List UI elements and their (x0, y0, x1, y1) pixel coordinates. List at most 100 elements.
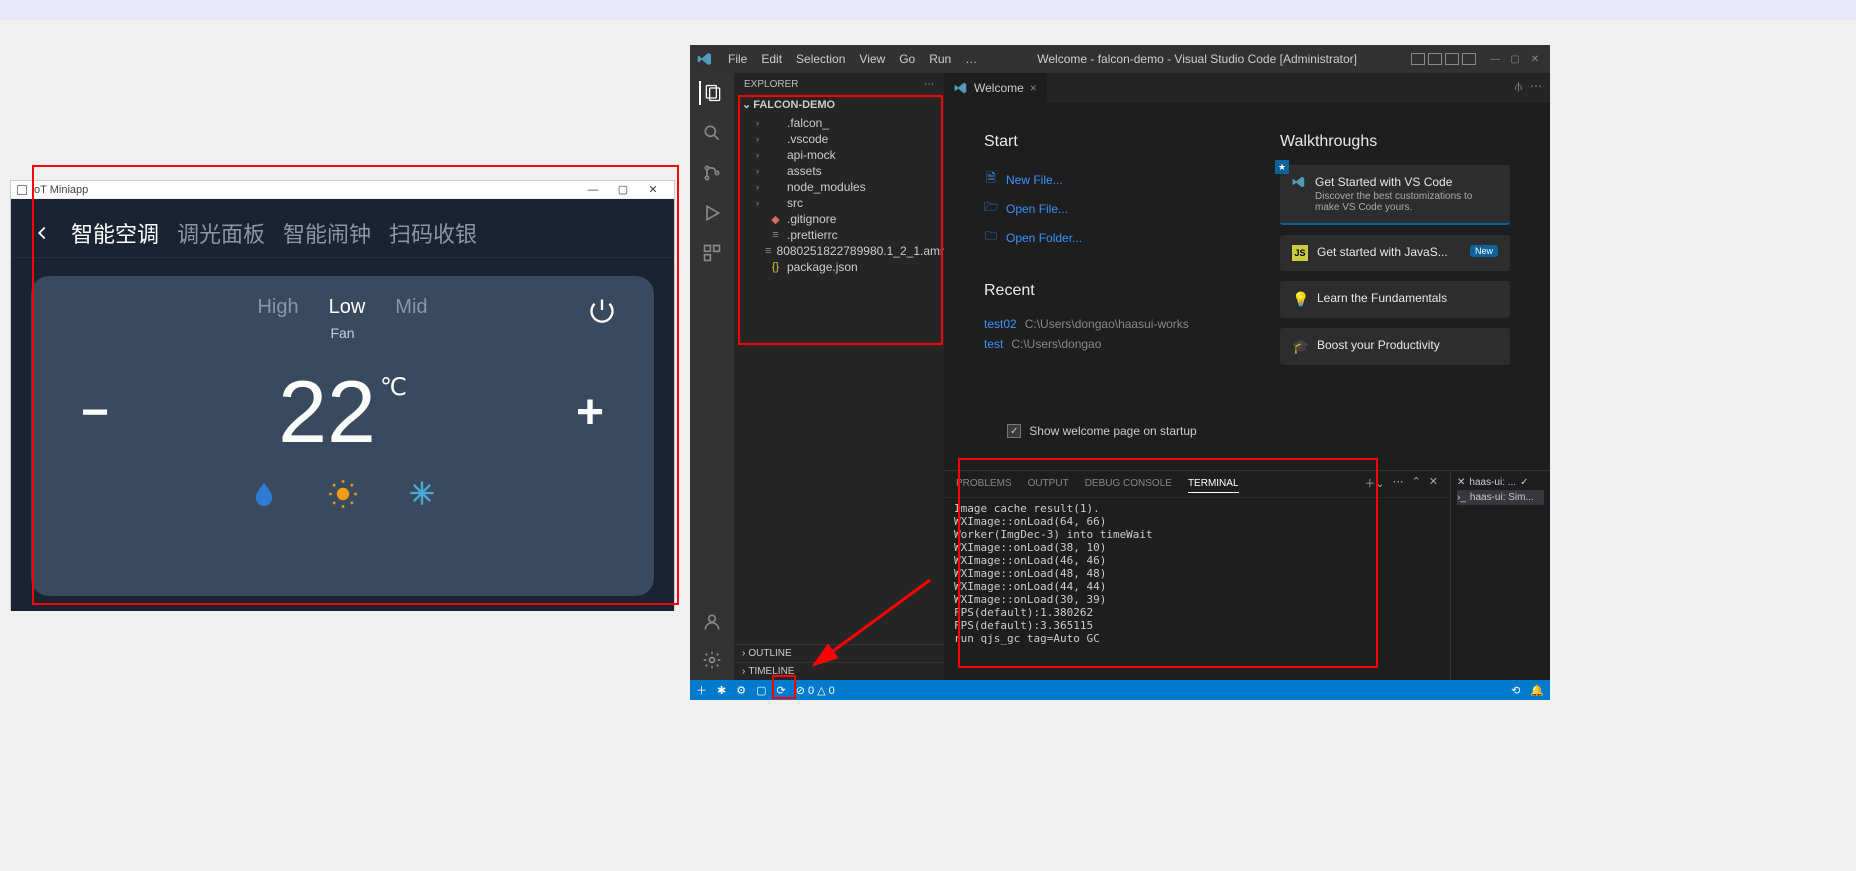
explorer-icon[interactable] (699, 81, 723, 105)
tree-item[interactable]: ≡8080251822789980.1_2_1.amr (748, 243, 944, 259)
extensions-icon[interactable] (700, 241, 724, 265)
status-feedback-icon[interactable]: ⟲ (1511, 684, 1520, 697)
link-icon: 🗁 (984, 198, 998, 219)
win-minimize-button[interactable]: — (1486, 50, 1504, 68)
settings-gear-icon[interactable] (700, 648, 724, 672)
recent-item[interactable]: test02C:\Users\dongao\haasui-works (984, 314, 1220, 334)
tab-welcome[interactable]: Welcome × (944, 73, 1047, 103)
star-icon: ★ (1275, 160, 1289, 174)
vscode-titlebar[interactable]: File Edit Selection View Go Run … Welcom… (690, 45, 1550, 73)
tree-item[interactable]: ›.falcon_ (748, 115, 944, 131)
timeline-header[interactable]: ›TIMELINE (734, 662, 944, 680)
tab-close-button[interactable]: × (1030, 81, 1037, 95)
terminal-item-1[interactable]: ✕haas-ui: ...✓ (1457, 475, 1544, 490)
temp-minus-button[interactable]: − (81, 385, 109, 440)
explorer-more-icon[interactable]: ⋯ (924, 79, 934, 90)
mode-cool-icon[interactable] (408, 479, 436, 509)
source-control-icon[interactable] (700, 161, 724, 185)
file-icon: ◆ (769, 213, 782, 226)
status-item[interactable]: ＋ (696, 682, 707, 698)
menu-run[interactable]: Run (923, 50, 957, 68)
iot-tab-dimmer[interactable]: 调光面板 (177, 217, 265, 249)
terminal-output[interactable]: Image cache result(1). WXImage::onLoad(6… (944, 498, 1450, 680)
panel-tab-problems[interactable]: PROBLEMS (956, 475, 1012, 493)
walkthrough-card[interactable]: JSGet started with JavaS...New (1280, 235, 1510, 271)
back-arrow-icon[interactable] (31, 222, 53, 244)
checkbox-checked-icon[interactable]: ✓ (1007, 424, 1021, 438)
start-link[interactable]: 🗎New File... (984, 165, 1220, 194)
tree-item[interactable]: ›node_modules (748, 179, 944, 195)
layout-icon-1[interactable] (1411, 53, 1425, 65)
account-icon[interactable] (700, 610, 724, 634)
start-link[interactable]: 🗀Open Folder... (984, 223, 1220, 252)
start-link[interactable]: 🗁Open File... (984, 194, 1220, 223)
status-problems[interactable]: ⊘ 0 △ 0 (796, 684, 835, 697)
menu-go[interactable]: Go (893, 50, 921, 68)
mode-humidity-icon[interactable] (250, 479, 278, 509)
iot-titlebar[interactable]: IoT Miniapp — ▢ ✕ (11, 181, 674, 199)
tree-item[interactable]: ◆.gitignore (748, 211, 944, 227)
menu-edit[interactable]: Edit (755, 50, 788, 68)
iot-close-button[interactable]: ✕ (638, 183, 668, 196)
status-bell-icon[interactable]: 🔔 (1530, 684, 1544, 697)
panel-close-icon[interactable]: ✕ (1429, 475, 1438, 493)
iot-minimize-button[interactable]: — (578, 184, 608, 196)
power-icon[interactable] (588, 296, 616, 324)
walk-title: Learn the Fundamentals (1317, 291, 1447, 305)
outline-header[interactable]: ›OUTLINE (734, 644, 944, 662)
vscode-icon (1292, 175, 1306, 189)
link-icon: 🗎 (984, 169, 998, 190)
walkthrough-card[interactable]: 🎓Boost your Productivity (1280, 328, 1510, 365)
menu-file[interactable]: File (722, 50, 753, 68)
chevron-icon: › (756, 182, 764, 192)
walkthrough-card[interactable]: 💡Learn the Fundamentals (1280, 281, 1510, 318)
search-icon[interactable] (700, 121, 724, 145)
new-badge: New (1470, 245, 1498, 257)
tab-more-icon[interactable]: ⋯ (1530, 79, 1542, 97)
fan-high[interactable]: High (257, 296, 298, 319)
temp-plus-button[interactable]: + (576, 385, 604, 440)
win-maximize-button[interactable]: ▢ (1506, 50, 1524, 68)
status-item[interactable]: ▢ (756, 684, 766, 697)
folder-root[interactable]: ⌄ FALCON-DEMO (734, 96, 944, 113)
mode-heat-icon[interactable] (328, 479, 358, 509)
menu-more[interactable]: … (959, 50, 983, 68)
iot-maximize-button[interactable]: ▢ (608, 183, 638, 196)
status-item[interactable]: ✱ (717, 684, 726, 697)
tree-item[interactable]: ›api-mock (748, 147, 944, 163)
iot-tab-ac[interactable]: 智能空调 (71, 217, 159, 249)
terminal-item-2[interactable]: ›_haas-ui: Sim... (1457, 490, 1544, 505)
layout-icon-2[interactable] (1428, 53, 1442, 65)
win-close-button[interactable]: ✕ (1526, 50, 1544, 68)
tree-item[interactable]: ≡.prettierrc (748, 227, 944, 243)
walk-title: Get started with JavaS... (1317, 245, 1448, 259)
recent-name: test (984, 337, 1003, 351)
panel-tab-debug[interactable]: DEBUG CONSOLE (1085, 475, 1172, 493)
layout-icon-3[interactable] (1445, 53, 1459, 65)
run-debug-icon[interactable] (700, 201, 724, 225)
panel-maximize-icon[interactable]: ⌃ (1412, 475, 1421, 493)
startup-checkbox-row[interactable]: ✓ Show welcome page on startup (984, 424, 1220, 438)
walkthrough-card[interactable]: ★Get Started with VS CodeDiscover the be… (1280, 165, 1510, 225)
menu-view[interactable]: View (853, 50, 891, 68)
panel-add-icon[interactable]: ＋⌄ (1364, 475, 1384, 493)
tree-item[interactable]: ›assets (748, 163, 944, 179)
menu-selection[interactable]: Selection (790, 50, 851, 68)
tree-item[interactable]: ›.vscode (748, 131, 944, 147)
split-editor-icon[interactable]: ⫛ (1515, 79, 1522, 97)
fan-low[interactable]: Low (329, 296, 366, 319)
fan-mid[interactable]: Mid (395, 296, 427, 319)
status-item[interactable]: ⟳ (777, 684, 786, 697)
recent-item[interactable]: testC:\Users\dongao (984, 334, 1220, 354)
tree-item[interactable]: {}package.json (748, 259, 944, 275)
iot-tab-alarm[interactable]: 智能闹钟 (283, 217, 371, 249)
iot-tab-pos[interactable]: 扫码收银 (389, 217, 477, 249)
tree-item[interactable]: ›src (748, 195, 944, 211)
panel-tab-output[interactable]: OUTPUT (1028, 475, 1069, 493)
panel-tab-terminal[interactable]: TERMINAL (1188, 475, 1239, 493)
status-item[interactable]: ⚙ (736, 684, 746, 697)
layout-icon-4[interactable] (1462, 53, 1476, 65)
tab-label: Welcome (974, 81, 1024, 95)
panel-more-icon[interactable]: ⋯ (1393, 475, 1404, 493)
explorer-title: EXPLORER (744, 79, 798, 90)
